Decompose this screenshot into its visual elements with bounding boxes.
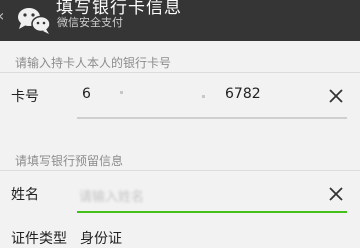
card-number-value-start[interactable]: 6 [82, 86, 91, 102]
card-number-masked-digits [92, 87, 222, 103]
name-label: 姓名 [11, 187, 39, 203]
title-bar: ‹ 填写银行卡信息 微信安全支付 [0, 0, 360, 41]
reserved-section-label: 请填写银行预留信息 [15, 154, 124, 168]
card-number-value-end[interactable]: 6782 [225, 86, 261, 102]
section-divider [0, 72, 360, 73]
id-type-value[interactable]: 身份证 [80, 228, 122, 248]
wechat-logo-icon [18, 8, 51, 34]
clear-icon[interactable] [328, 88, 344, 104]
card-number-row: 卡号 6 6782 [0, 75, 360, 119]
name-input[interactable]: 请输入姓名 [79, 186, 144, 205]
section-divider [0, 170, 360, 171]
id-type-row[interactable]: 证件类型 身份证 [0, 222, 360, 247]
id-type-label: 证件类型 [11, 231, 67, 247]
name-row: 姓名 请输入姓名 [0, 174, 360, 214]
page-subtitle: 微信安全支付 [57, 16, 123, 29]
card-number-underline [77, 117, 347, 119]
card-section-label: 请输入持卡人本人的银行卡号 [15, 56, 172, 70]
card-number-label: 卡号 [11, 89, 39, 105]
back-arrow-icon[interactable]: ‹ [0, 8, 12, 24]
name-input-underline [77, 211, 347, 213]
clear-icon[interactable] [328, 186, 344, 202]
